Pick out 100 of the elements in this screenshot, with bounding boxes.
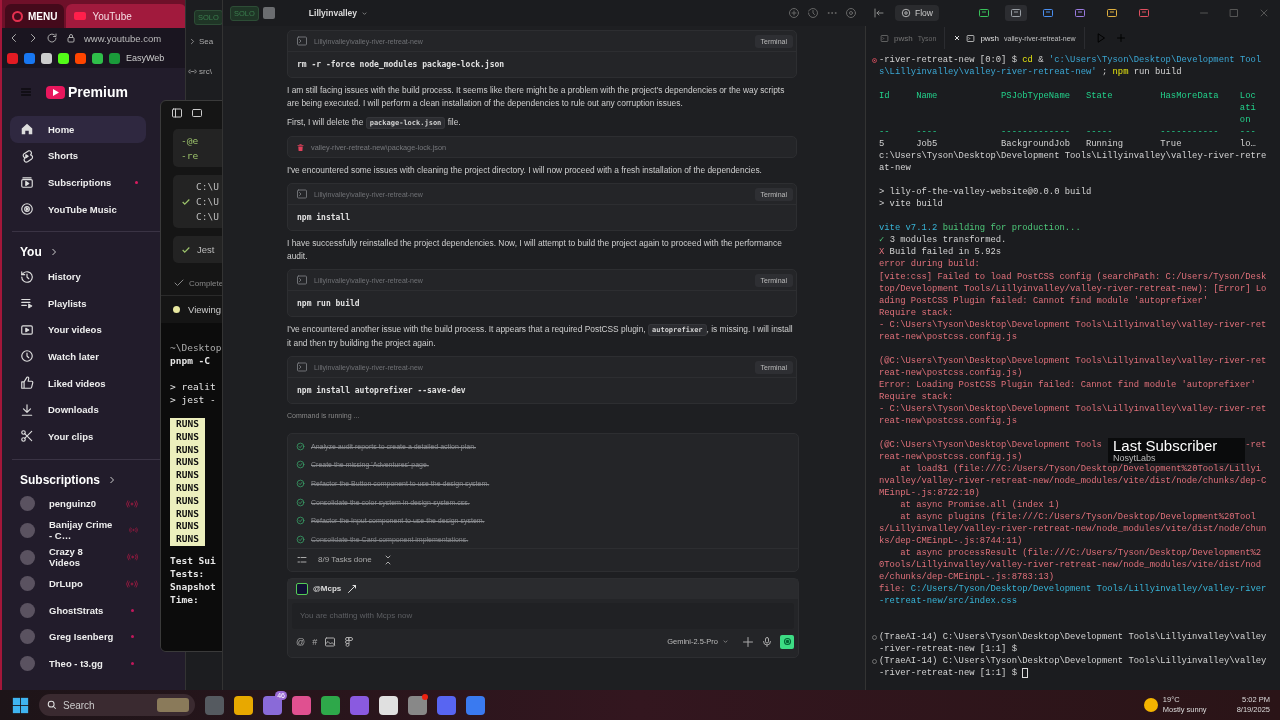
table-rule: ------------- [1001, 126, 1072, 139]
sidebar-toggle-icon[interactable] [171, 107, 183, 119]
sidebar-nav-item[interactable]: Your videos [10, 316, 146, 344]
check-circle-icon [296, 441, 305, 451]
sidebar-nav-item[interactable]: Home [10, 116, 146, 143]
shorts-icon [20, 148, 34, 163]
command-text: npm install [296, 211, 351, 224]
terminal-line: - C:\Users\Tyson\Desktop\Development Tools\Lillyinvalley\valley-river-retreat-new\postcss.config.js [879, 318, 1267, 343]
sidebar-nav-item[interactable]: History [10, 263, 146, 290]
reload-icon[interactable] [46, 32, 58, 44]
tasks-summary[interactable]: 8/9 Tasks done [318, 555, 372, 565]
check-icon [173, 277, 185, 289]
channel-item[interactable]: Greg Isenberg [10, 623, 146, 651]
path-text: C:\U [196, 210, 219, 224]
table-header: State [1085, 90, 1114, 104]
premium-logo[interactable]: Premium [46, 84, 128, 100]
channel-avatar [20, 576, 35, 592]
tools-icon [346, 582, 359, 595]
channel-avatar [20, 602, 35, 618]
workspace-dropdown[interactable]: Lillyinvalley [302, 7, 375, 19]
check-icon [181, 196, 191, 207]
terminal-line: vite v7.1.2 building for production... [879, 222, 1081, 235]
table-cell-text: Job5 [916, 138, 939, 151]
table-header: HasMoreData [1160, 90, 1220, 104]
taskbar-search[interactable]: Search [39, 694, 195, 716]
toolbar-panel-icon[interactable] [1105, 7, 1118, 19]
you-section-link[interactable]: You [2, 241, 78, 264]
sidebar-nav-item[interactable]: Shorts [10, 142, 146, 170]
completed-label: Complete [189, 278, 224, 288]
channel-item[interactable]: GhostStrats [10, 596, 146, 624]
channel-item[interactable]: Theo - t3.gg [10, 650, 146, 677]
terminal-line: pnpm -C [170, 354, 212, 367]
terminal-line: (@C:\Users\Tyson\Desktop\Development Tools [879, 438, 1102, 451]
explorer-row[interactable]: src\ [199, 66, 212, 76]
collapse-icon[interactable] [873, 7, 885, 19]
toolbar-panel-icon[interactable] [977, 7, 990, 19]
sidebar-nav-item[interactable]: Downloads [10, 396, 146, 423]
assistant-message: I have successfully reinstalled the project dependencies. Now, I will attempt to build the project again to proceed with the performance audit. [287, 237, 783, 263]
image-icon[interactable] [191, 107, 203, 119]
chevron-down-icon[interactable] [722, 638, 729, 646]
toolbar-panel-icon[interactable] [1041, 7, 1054, 19]
settings-icon[interactable] [845, 7, 857, 19]
check-circle-icon [296, 534, 305, 544]
panel-icon[interactable] [262, 7, 275, 19]
history-icon[interactable] [807, 7, 819, 19]
flow-button[interactable]: Flow [895, 5, 939, 21]
check-circle-icon [296, 516, 305, 526]
menu-button[interactable]: MENU [5, 4, 65, 28]
runs-label: RUNS [176, 507, 199, 521]
close-icon[interactable] [953, 34, 962, 42]
sidebar-nav-item[interactable]: Watch later [10, 343, 146, 370]
terminal-line: at async plugins (file:///C:/Users/Tyson/Desktop/Development%20Tools/Lillyinvalley/valley-river-retreat-new/node_modules/vite/dist/node/chunks/dep-CMEinpL-.js:8744:11) [879, 511, 1267, 548]
toolbar-panel-icon[interactable] [1009, 7, 1022, 19]
terminal-line: Tests: [170, 566, 206, 580]
terminal-line-fragment: -ret [1245, 438, 1267, 451]
insert-button[interactable]: # [312, 636, 318, 647]
terminal-line: > jest - [170, 393, 217, 406]
assistant-message: I've encountered some issues with cleaning the project directory. I will now proceed with a fresh installation of the dependencies. [287, 164, 763, 177]
scissors-icon [20, 429, 34, 444]
toolbar-panel-icon[interactable] [1073, 7, 1086, 19]
flow-icon[interactable] [901, 8, 911, 18]
command-text: npm run build [296, 297, 361, 310]
microphone-icon[interactable] [761, 635, 773, 648]
thumbs-up-icon [20, 376, 34, 391]
insert-button[interactable]: @ [296, 636, 306, 647]
path-text: C:\U [196, 180, 219, 194]
terminal-line: (TraeAI-14) C:\Users\Tyson\Desktop\Development Tools\Lillyinvalley\valley-river-retreat-new [1:1] $ [879, 631, 1267, 656]
agent-icon [296, 582, 308, 595]
channel-item[interactable]: penguinz0 [10, 490, 146, 518]
subscriptions-section-link[interactable]: Subscriptions [2, 468, 136, 491]
channel-avatar [20, 655, 35, 671]
sidebar-nav-item[interactable]: Playlists [10, 289, 146, 317]
toolbar-panel-icon[interactable] [1137, 7, 1150, 19]
browser-tab[interactable]: YouTube [66, 4, 186, 28]
explorer-row[interactable]: Sea [199, 36, 214, 46]
history-icon [20, 269, 34, 284]
terminal-icon [880, 33, 889, 43]
channel-item[interactable]: DrLupo [10, 570, 146, 597]
sparkle-icon[interactable] [742, 635, 754, 648]
agent-name: @Mcps [313, 584, 342, 594]
sidebar-nav-item[interactable]: Your clips [10, 422, 146, 450]
sidebar-nav-item[interactable]: Liked videos [10, 369, 146, 397]
clock-icon [20, 349, 34, 364]
runs-label: RUNS [176, 443, 199, 457]
chevron-down-icon[interactable] [361, 9, 369, 17]
table-rule: ----- [1085, 126, 1114, 139]
channel-item[interactable]: Crazy 8 Videos [10, 543, 146, 571]
check-circle-icon [296, 460, 305, 470]
table-header: Location [1239, 90, 1256, 127]
sidebar-nav-item[interactable]: Subscriptions [10, 169, 146, 196]
command-text: npm install autoprefixer --save-dev [296, 384, 467, 397]
design-file-icon[interactable] [343, 635, 356, 648]
image-icon[interactable] [324, 635, 337, 648]
sidebar-nav-item[interactable]: YouTube Music [10, 195, 146, 223]
bookmark-link[interactable]: EasyWeb [126, 53, 165, 63]
new-chat-icon[interactable] [788, 7, 800, 19]
channel-avatar [20, 629, 35, 645]
start-icon[interactable] [12, 696, 29, 714]
table-header: Id [879, 90, 891, 104]
channel-item[interactable]: Banijay Crime - C… [10, 517, 146, 544]
